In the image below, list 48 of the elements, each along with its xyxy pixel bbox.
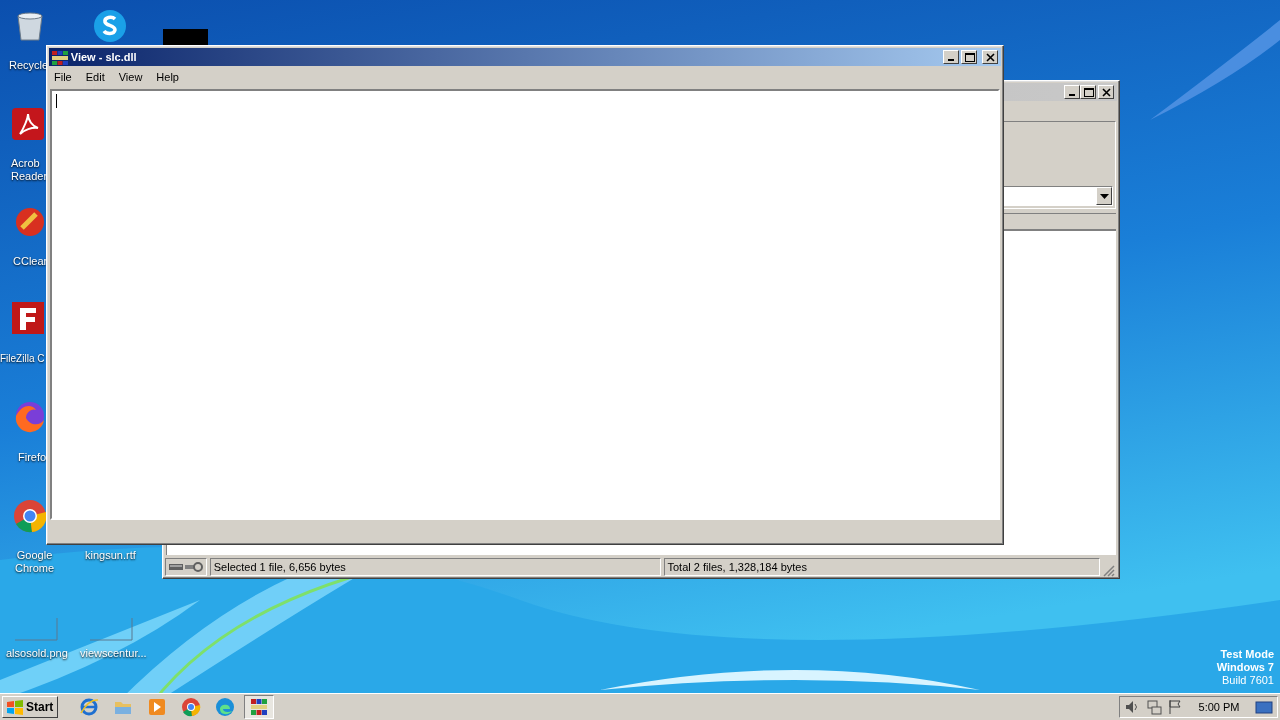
close-button[interactable]	[1098, 85, 1114, 99]
minimize-icon	[1069, 94, 1075, 96]
chrome-icon	[181, 697, 202, 717]
maximize-icon	[1082, 86, 1094, 98]
icon-label[interactable]: Firefo	[18, 451, 47, 464]
windows-logo-icon	[7, 699, 23, 715]
minimize-icon	[947, 59, 954, 61]
menu-item[interactable]: Help	[149, 68, 186, 87]
show-desktop-icon[interactable]	[1255, 700, 1273, 715]
flag-icon[interactable]	[1167, 699, 1184, 715]
menu-item[interactable]: File	[47, 68, 79, 87]
key-icon[interactable]	[185, 562, 203, 572]
ie-icon	[79, 697, 100, 717]
edge-icon	[215, 697, 236, 717]
close-icon	[984, 51, 996, 63]
window-title: View - slc.dll	[70, 49, 138, 65]
resize-grip-icon[interactable]	[1103, 565, 1115, 578]
maximize-button[interactable]	[1080, 85, 1096, 99]
network-icon[interactable]	[1145, 699, 1162, 715]
archive-icon	[52, 50, 68, 65]
archive-icon	[249, 697, 270, 717]
drive-icon[interactable]	[169, 563, 183, 571]
system-text: Windows 7	[1216, 661, 1274, 674]
text-cursor	[56, 93, 57, 108]
media-player-icon	[147, 697, 168, 717]
maximize-button[interactable]	[961, 50, 978, 64]
icon-label[interactable]: FileZilla C	[0, 352, 45, 365]
caret-icon	[1099, 193, 1109, 199]
taskbar-button[interactable]	[244, 695, 275, 719]
icon-label[interactable]: CClear	[13, 255, 48, 268]
status-text: Selected 1 file, 6,656 bytes	[209, 558, 661, 576]
minimize-button[interactable]	[942, 50, 959, 64]
minimize-button[interactable]	[1064, 85, 1080, 99]
start-button[interactable]: Start	[2, 696, 59, 718]
chat-icon[interactable]	[92, 8, 128, 44]
system-text: Test Mode	[1219, 648, 1274, 661]
thumbnail-outline[interactable]	[15, 618, 58, 641]
close-button[interactable]	[982, 50, 998, 64]
close-icon	[1100, 86, 1112, 98]
icon-label[interactable]: Acrob Reader	[11, 157, 48, 183]
system-text: Build 7601	[1221, 674, 1274, 687]
status-text: Total 2 files, 1,328,184 bytes	[663, 558, 1100, 576]
menu-item[interactable]: Edit	[78, 68, 112, 87]
menu-item[interactable]: View	[111, 68, 150, 87]
dropdown-field[interactable]	[1001, 186, 1113, 206]
maximize-icon	[963, 51, 975, 63]
chrome-icon[interactable]	[12, 498, 48, 534]
thumbnail-outline[interactable]	[90, 618, 133, 641]
